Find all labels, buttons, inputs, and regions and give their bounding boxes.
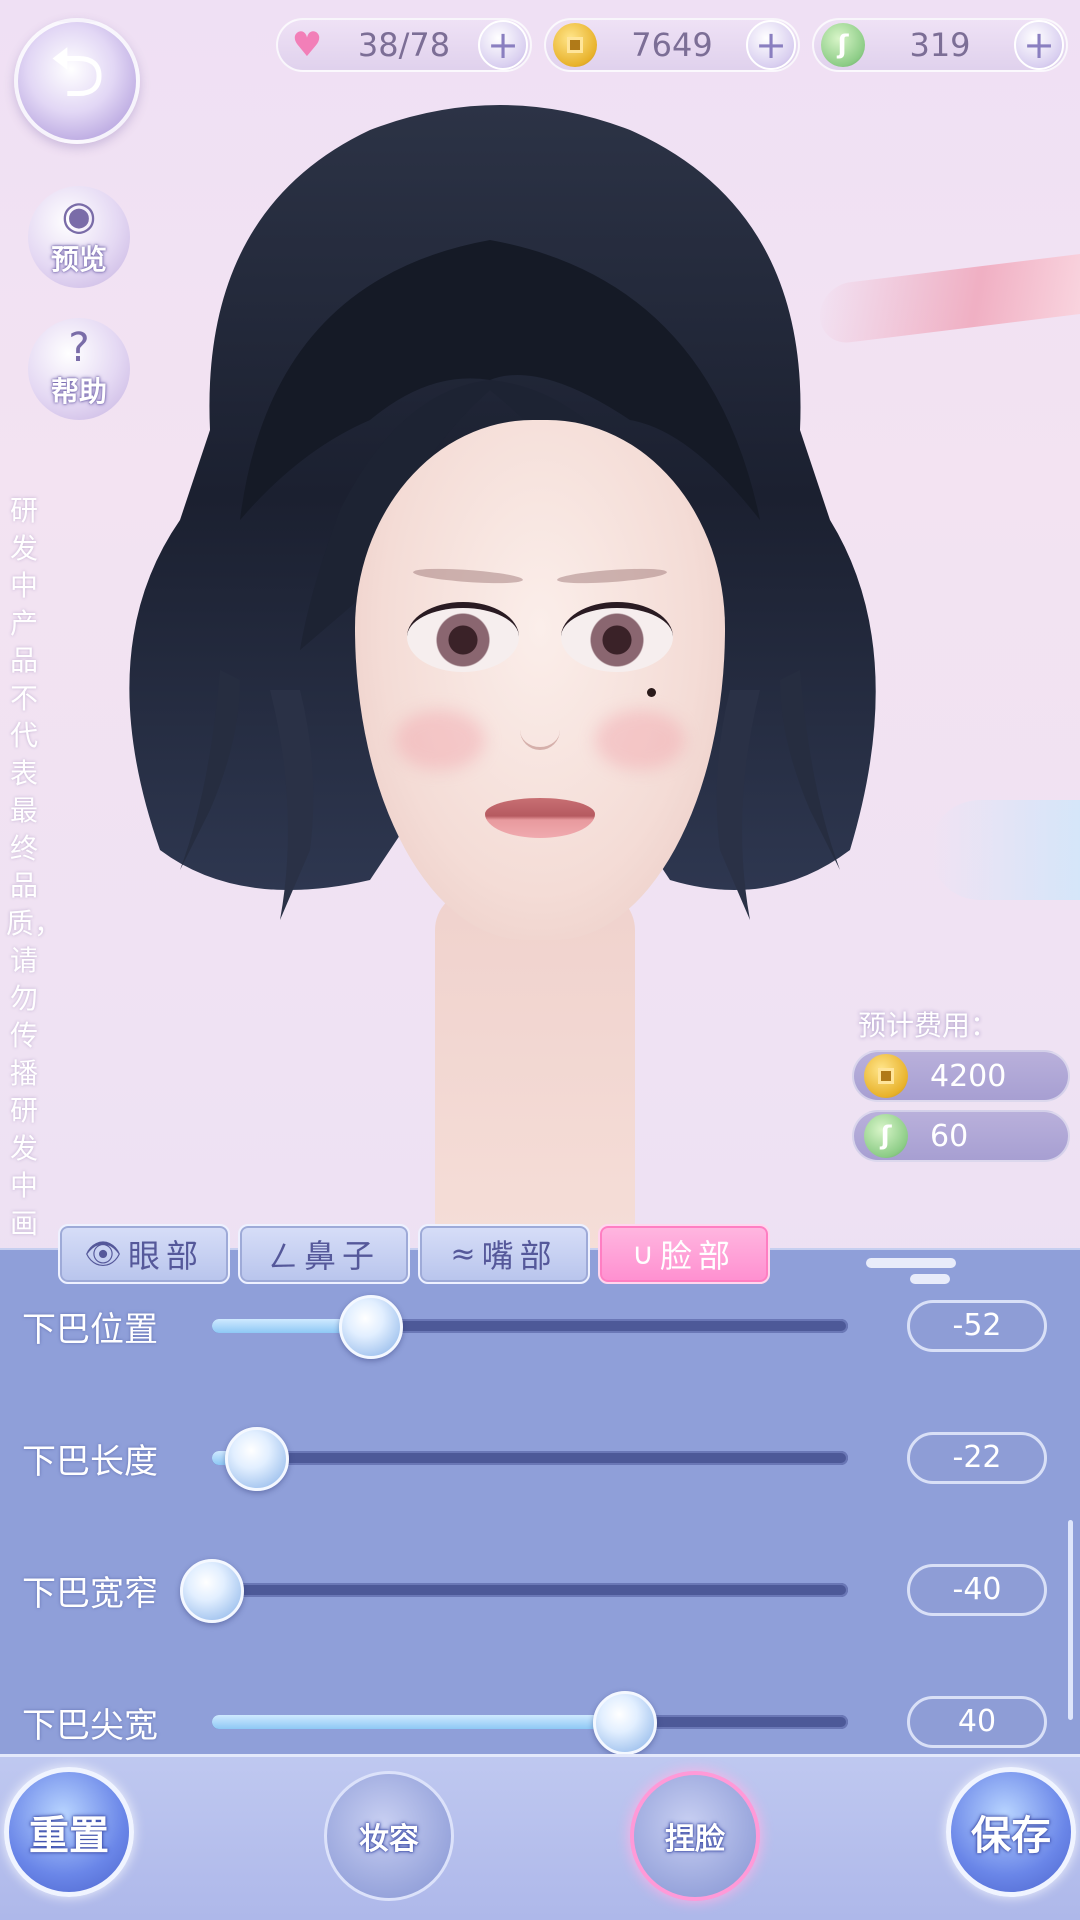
jade-cost: ʃ 60 — [852, 1110, 1070, 1162]
jade-cost-value: 60 — [930, 1118, 969, 1154]
nose-icon: ㄥ — [267, 1240, 298, 1275]
slider-track[interactable] — [212, 1691, 848, 1755]
stamina-value: 38/78 — [357, 26, 451, 64]
slider-track[interactable] — [180, 1559, 848, 1623]
tab-face[interactable]: ∪ 脸部 — [598, 1224, 770, 1284]
slider-label: 下巴宽窄 — [22, 1574, 158, 1614]
preview-label: 预览 — [50, 243, 107, 276]
beauty-mark — [647, 688, 656, 697]
slider-label: 下巴长度 — [22, 1442, 158, 1482]
panel-decoration — [910, 1274, 950, 1284]
coin-cost-value: 4200 — [930, 1058, 1007, 1094]
jade-counter: ʃ 319 + — [812, 18, 1068, 72]
slider-knob[interactable] — [225, 1427, 289, 1491]
tab-lips[interactable]: ≈ 嘴部 — [418, 1224, 590, 1284]
tab-label: 嘴部 — [481, 1237, 558, 1275]
eye-icon: 👁 — [83, 1236, 123, 1272]
coin-icon — [552, 22, 598, 68]
tab-eye[interactable]: 👁 眼部 — [58, 1224, 230, 1284]
slider-knob[interactable] — [593, 1691, 657, 1755]
heart-icon: ♥ — [291, 25, 323, 65]
slider-value: -40 — [907, 1564, 1047, 1616]
slider-label: 下巴尖宽 — [22, 1706, 158, 1746]
slider-knob[interactable] — [339, 1295, 403, 1359]
makeup-button[interactable]: 妆容 — [324, 1771, 454, 1901]
slider-value: -52 — [907, 1300, 1047, 1352]
nose — [520, 720, 560, 750]
left-eye — [407, 602, 519, 672]
slider-track[interactable] — [212, 1427, 848, 1491]
back-arrow-icon: ⮌ — [48, 30, 106, 113]
add-jade-button[interactable]: + — [1014, 20, 1064, 70]
right-eyebrow — [556, 566, 668, 586]
back-button[interactable]: ⮌ — [14, 18, 140, 144]
stamina-counter: ♥ 38/78 + — [276, 18, 532, 72]
character-model — [70, 90, 970, 1260]
slider-row: 下巴宽窄 -40 — [0, 1554, 1080, 1624]
slider-knob[interactable] — [180, 1559, 244, 1623]
slider-row: 下巴尖宽 40 — [0, 1686, 1080, 1756]
eye-icon: ◉ — [61, 193, 97, 239]
help-icon: ? — [68, 325, 90, 371]
coin-value: 7649 — [631, 26, 713, 64]
coin-cost: 4200 — [852, 1050, 1070, 1102]
makeup-label: 妆容 — [359, 1822, 419, 1857]
slider-fill — [212, 1715, 625, 1729]
slider-label: 下巴位置 — [22, 1310, 158, 1350]
face-shape-label: 捏脸 — [665, 1822, 725, 1857]
help-button[interactable]: ? 帮助 — [28, 318, 130, 420]
jade-value: 319 — [909, 26, 971, 64]
panel-scrollbar[interactable] — [1068, 1520, 1073, 1720]
jade-icon: ʃ — [864, 1114, 908, 1158]
lips-icon: ≈ — [450, 1236, 476, 1272]
add-stamina-button[interactable]: + — [478, 20, 528, 70]
tab-nose[interactable]: ㄥ鼻子 — [238, 1224, 410, 1284]
bottom-bar: 重置 妆容 捏脸 保存 — [0, 1754, 1080, 1920]
right-blush — [595, 710, 685, 770]
left-eyebrow — [412, 566, 524, 586]
slider-row: 下巴长度 -22 — [0, 1422, 1080, 1492]
dev-disclaimer: 研发中产品不代表最终品质，请勿传播研发中画 — [6, 494, 63, 1240]
tab-label: 脸部 — [659, 1237, 736, 1275]
slider-value: 40 — [907, 1696, 1047, 1748]
help-label: 帮助 — [50, 375, 107, 408]
lips — [485, 798, 595, 838]
coin-counter: 7649 + — [544, 18, 800, 72]
jade-icon: ʃ — [820, 22, 866, 68]
save-button[interactable]: 保存 — [946, 1767, 1076, 1897]
tab-label: 鼻子 — [303, 1237, 380, 1275]
face-shape-button[interactable]: 捏脸 — [630, 1771, 760, 1901]
coin-icon — [864, 1054, 908, 1098]
category-tabs: 👁 眼部ㄥ鼻子 ≈ 嘴部 ∪ 脸部 — [58, 1224, 770, 1284]
estimated-cost-title: 预计费用： — [858, 1009, 999, 1042]
slider-track[interactable] — [212, 1295, 848, 1359]
add-coin-button[interactable]: + — [746, 20, 796, 70]
face-icon: ∪ — [632, 1236, 654, 1272]
reset-button[interactable]: 重置 — [4, 1767, 134, 1897]
slider-row: 下巴位置 -52 — [0, 1290, 1080, 1360]
tab-label: 眼部 — [128, 1237, 205, 1275]
left-blush — [395, 710, 485, 770]
preview-button[interactable]: ◉ 预览 — [28, 186, 130, 288]
right-eye — [561, 602, 673, 672]
slider-value: -22 — [907, 1432, 1047, 1484]
panel-decoration — [866, 1258, 956, 1268]
